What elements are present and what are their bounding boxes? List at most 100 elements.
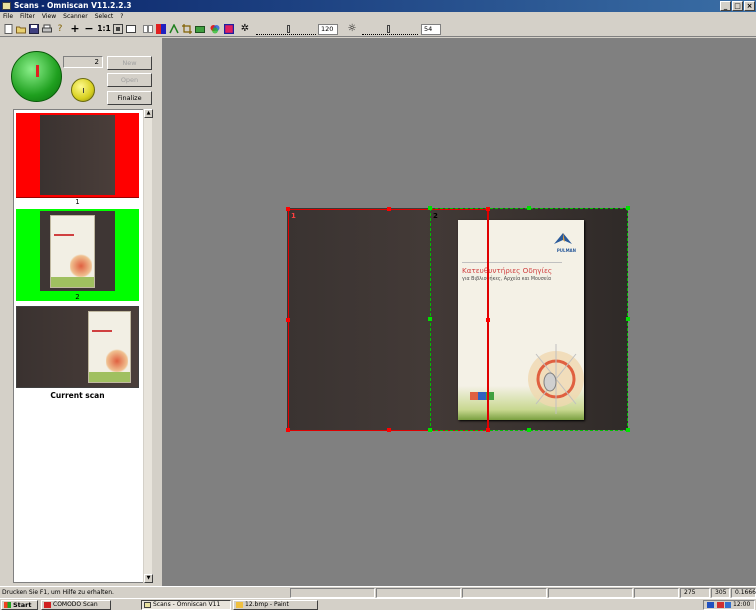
task-paint[interactable]: 12.bmp - Paint [233,600,318,610]
print-icon[interactable] [42,24,52,34]
task-label-omniscan: Scans - Omniscan V11 [153,601,221,608]
handle-red-br[interactable] [486,428,490,432]
selection-label-2: 2 [433,212,438,220]
paint-icon [236,602,243,608]
contrast-icon[interactable]: ☼ [347,24,357,34]
handle-red-b[interactable] [387,428,391,432]
brightness-icon[interactable]: ✲ [240,24,250,34]
status-cell-1 [290,588,375,598]
finalize-button[interactable]: Finalize [107,91,152,105]
toolbar: ? + − 1:1 ✲ 120 ☼ 54 [0,22,756,37]
zoom-in-icon[interactable]: + [70,23,80,34]
handle-red-l[interactable] [286,318,290,322]
selection-label-1: 1 [291,212,296,220]
tray-app-icon[interactable] [717,602,724,608]
menu-view[interactable]: View [42,12,56,22]
thumbnail-list: 1 2 Current scan [13,109,148,583]
handle-green-br[interactable] [626,428,630,432]
scan-canvas[interactable]: PULMAN Κατευθυντήριες Οδηγίες για Βιβλιο… [162,38,756,586]
task-omniscan[interactable]: Scans - Omniscan V11 [141,600,231,610]
scroll-up-icon[interactable]: ▲ [144,109,153,118]
taskbar: Start COMODO Scan Scans - Omniscan V11 1… [0,598,756,610]
status-x: 275 [680,588,710,598]
status-bar: Drucken Sie F1, um Hilfe zu erhalten. 27… [0,586,756,598]
status-cell-2 [376,588,461,598]
handle-green-tr[interactable] [626,206,630,210]
current-scan-thumbnail[interactable]: Current scan [16,306,139,400]
handle-green-t[interactable] [527,206,531,210]
app-icon [2,2,11,10]
start-button[interactable]: Start [1,600,38,610]
menu-filter[interactable]: Filter [20,12,35,22]
open-button[interactable]: Open [107,73,152,87]
page-counter: 2 [63,56,103,68]
zoom-out-icon[interactable]: − [84,23,94,34]
task-label-comodo: COMODO Scan [53,601,98,608]
open-icon[interactable] [16,24,26,34]
scroll-down-icon[interactable]: ▼ [144,574,153,583]
color-balance-icon[interactable] [210,24,220,34]
menu-help[interactable]: ? [120,12,123,22]
brightness-value[interactable]: 120 [318,24,338,35]
menu-select[interactable]: Select [95,12,114,22]
select-icon[interactable] [223,23,235,35]
system-tray: 12:00 [703,600,755,610]
scan-button[interactable] [11,51,62,102]
close-button[interactable]: × [744,1,755,11]
status-y: 305 [711,588,730,598]
handle-red-tl[interactable] [286,207,290,211]
status-cell-4 [548,588,633,598]
handle-red-r[interactable] [486,318,490,322]
handle-red-tr[interactable] [486,207,490,211]
contrast-slider[interactable] [362,25,418,35]
thumbnail-label-2: 2 [16,293,139,301]
thumbnail-page-2[interactable]: 2 [16,209,139,301]
handle-red-t[interactable] [387,207,391,211]
language-icon[interactable] [707,602,714,608]
page-icon[interactable] [126,24,136,34]
new-button[interactable]: New [107,56,152,70]
status-ratio: 0.16666 [731,588,756,598]
save-icon[interactable] [29,24,39,34]
omniscan-icon [144,602,151,608]
new-icon[interactable] [3,24,13,34]
color-icon[interactable] [156,24,166,34]
thumbnail-label-1: 1 [16,197,139,206]
status-cell-5 [634,588,679,598]
thumbnail-scrollbar[interactable]: ▲ ▼ [143,109,153,583]
task-label-paint: 12.bmp - Paint [245,601,289,608]
thumbnail-page-1[interactable]: 1 [16,113,139,206]
deskew-icon[interactable] [169,23,179,34]
current-scan-label: Current scan [50,391,105,400]
status-message: Drucken Sie F1, um Hilfe zu erhalten. [2,589,114,596]
crop-icon[interactable] [182,24,192,34]
minimize-button[interactable]: _ [720,1,731,11]
handle-green-tl[interactable] [428,206,432,210]
menu-bar: File Filter View Scanner Select ? [0,12,756,22]
selection-frame-2[interactable] [430,208,628,431]
handle-red-bl[interactable] [286,428,290,432]
help-icon[interactable]: ? [55,24,65,34]
title-bar: Scans - Omniscan V11.2.2.3 _ □ × [0,0,756,12]
scan-panel: 2 New Open Finalize 1 2 Current scan ▲ ▼ [0,38,162,586]
actual-size-icon[interactable]: 1:1 [97,24,111,34]
brightness-slider[interactable] [256,25,316,35]
window-title: Scans - Omniscan V11.2.2.3 [14,1,132,10]
handle-green-l[interactable] [428,317,432,321]
contrast-value[interactable]: 54 [421,24,441,35]
comodo-icon [44,602,51,608]
fit-icon[interactable] [113,24,123,34]
pause-button[interactable] [71,78,95,102]
layout-icon[interactable] [195,24,205,34]
menu-scanner[interactable]: Scanner [63,12,88,22]
clock: 12:00 [733,601,751,608]
handle-green-r[interactable] [626,317,630,321]
handle-green-b[interactable] [527,428,531,432]
maximize-button[interactable]: □ [732,1,743,11]
split-icon[interactable] [143,24,153,34]
task-comodo-scan[interactable]: COMODO Scan [41,600,111,610]
network-icon[interactable] [725,602,731,608]
menu-file[interactable]: File [3,12,13,22]
handle-green-bl[interactable] [428,428,432,432]
windows-flag-icon [4,602,11,608]
